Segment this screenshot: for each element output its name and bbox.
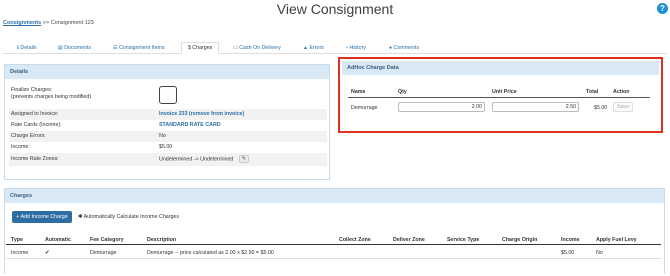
list-icon: ☰ [113, 45, 118, 51]
charge-description: Demurrage -- price calculated as 2.00 x … [147, 250, 274, 256]
tab-details[interactable]: ℹ Details [17, 42, 37, 54]
assigned-invoice-row: Assigned to Invoice: Invoice 233 (remove… [9, 109, 327, 120]
charges-panel: Charges [4, 188, 665, 274]
charges-header-charge-origin: Charge Origin [502, 237, 538, 243]
adhoc-row-total: $5.00 [594, 105, 608, 111]
charge-errors-label: Charge Errors: [11, 133, 46, 139]
details-panel: Details Finalize Charges: (prevents char… [4, 64, 330, 180]
invoice-link[interactable]: Invoice 233 [159, 111, 188, 117]
adhoc-header-name: Name [351, 89, 366, 95]
info-icon: ℹ [17, 45, 19, 51]
adhoc-save-button[interactable]: Save [613, 102, 633, 112]
adhoc-header-divider [348, 97, 650, 98]
adhoc-header-qty: Qty [398, 89, 407, 95]
comment-icon: ● [389, 45, 393, 51]
auto-calculate-link[interactable]: ✱ Automatically Calculate Income Charges [78, 214, 179, 220]
tab-consignment-items[interactable]: ☰ Consignment Items [113, 42, 165, 54]
charges-header-divider [6, 244, 661, 245]
auto-calculate-label: Automatically Calculate Income Charges [83, 214, 180, 220]
charge-apply-fuel-levy: No [596, 250, 603, 256]
money-icon: ▭ [233, 45, 238, 51]
details-panel-title: Details [5, 65, 329, 79]
page-title: View Consignment [276, 1, 394, 17]
tab-charges[interactable]: $ Charges [181, 42, 220, 54]
charges-header-fee-category: Fee Category [90, 237, 124, 243]
income-rate-zones-label: Income Rate Zones: [11, 156, 59, 162]
tab-label: Documents [64, 45, 92, 51]
tab-label: Comments [393, 45, 420, 51]
warning-icon: ▲ [303, 45, 308, 51]
pencil-icon[interactable]: ✎ [238, 155, 249, 163]
tab-comments[interactable]: ● Comments [389, 42, 419, 54]
adhoc-header-action: Action [613, 89, 630, 95]
charge-errors-row: Charge Errors: No [9, 131, 327, 142]
adhoc-panel-title: AdHoc Charge Data [342, 61, 659, 75]
charges-panel-title: Charges [5, 189, 664, 203]
breadcrumb-current: Consignment 123 [50, 20, 94, 26]
finalize-charges-checkbox[interactable] [159, 86, 177, 104]
remove-from-invoice-link[interactable]: (remove from invoice) [189, 111, 244, 117]
tab-label: History [349, 45, 367, 51]
tab-label: Charges [192, 45, 213, 51]
charges-header-description: Description [147, 237, 177, 243]
tab-label: Cash On Delivery [239, 45, 281, 51]
tab-label: Errors [309, 45, 324, 51]
add-income-charge-button[interactable]: + Add Income Charge [12, 211, 72, 223]
income-value: $5.00 [159, 144, 173, 150]
tab-label: Consignment Items [118, 45, 165, 51]
charges-header-automatic: Automatic [45, 237, 71, 243]
charges-header-income: Income [561, 237, 580, 243]
tab-history[interactable]: ◔ History [345, 42, 366, 54]
charge-type: Income [11, 250, 29, 256]
charge-fee-category: Demurrage [90, 250, 117, 256]
question-circle-icon[interactable]: ? [657, 3, 668, 14]
breadcrumb-separator: >> [42, 20, 50, 26]
rate-card-link[interactable]: STANDARD RATE CARD [159, 122, 221, 128]
income-rate-zones-value: Undetermined -> Undetermined [159, 156, 234, 163]
income-label: Income: [11, 144, 30, 150]
charges-header-apply-fuel-levy: Apply Fuel Levy [596, 237, 637, 243]
finalize-charges-sublabel: (prevents charges being modified) [11, 94, 92, 100]
rate-card-row: Rate Cards (Income): STANDARD RATE CARD [9, 120, 327, 131]
charge-income: $5.00 [561, 250, 575, 256]
breadcrumb: Consignments >> Consignment 123 [3, 20, 94, 26]
adhoc-qty-input[interactable]: 2.00 [398, 102, 485, 112]
clock-icon: ◔ [345, 45, 349, 51]
file-icon: ▤ [58, 45, 63, 51]
charges-header-type: Type [11, 237, 23, 243]
finalize-charges-label: Finalize Charges: [11, 87, 53, 93]
income-rate-zones-row: Income Rate Zones: Undetermined -> Undet… [9, 153, 327, 166]
adhoc-highlight-box: AdHoc Charge Data Name Qty Unit Price To… [338, 57, 663, 133]
adhoc-row-name: Demurrage [351, 105, 378, 111]
tab-label: Details [20, 45, 37, 51]
charges-header-service-type: Service Type [447, 237, 480, 243]
income-row: Income: $5.00 [9, 142, 327, 153]
adhoc-unit-price-input[interactable]: 2.50 [492, 102, 579, 112]
charges-header-deliver-zone: Deliver Zone [393, 237, 425, 243]
charges-header-collect-zone: Collect Zone [339, 237, 371, 243]
check-icon: ✔ [45, 250, 50, 256]
tab-bar: ℹ Details ▤ Documents ☰ Consignment Items $… [3, 42, 667, 54]
charge-errors-value: No [159, 133, 166, 139]
rate-card-label: Rate Cards (Income): [11, 122, 62, 128]
breadcrumb-consignments-link[interactable]: Consignments [3, 20, 41, 26]
adhoc-header-total: Total [586, 89, 599, 95]
tab-documents[interactable]: ▤ Documents [58, 42, 91, 54]
tab-cash-on-delivery[interactable]: ▭ Cash On Delivery [233, 42, 281, 54]
calculator-icon: ✱ [78, 214, 83, 220]
adhoc-header-unit-price: Unit Price [492, 89, 517, 95]
tab-errors[interactable]: ▲ Errors [303, 42, 324, 54]
finalize-charges-row: Finalize Charges: (prevents charges bein… [9, 85, 327, 109]
dollar-icon: $ [188, 45, 191, 51]
assigned-invoice-label: Assigned to Invoice: [11, 111, 59, 117]
charges-row-divider [6, 258, 661, 259]
